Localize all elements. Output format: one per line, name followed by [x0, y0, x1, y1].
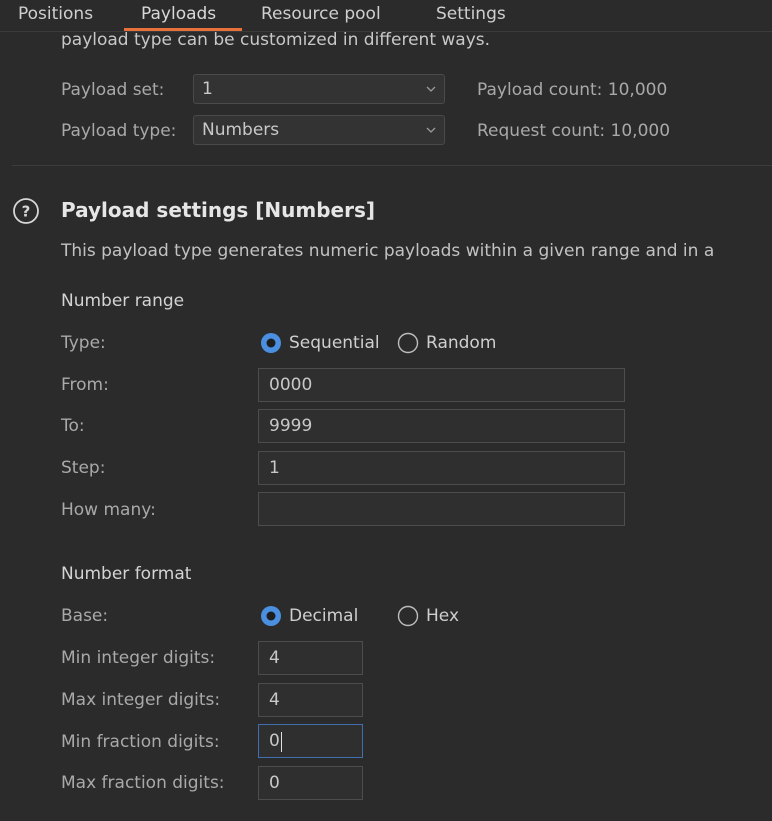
tab-bar — [0, 0, 772, 32]
how-many-input[interactable] — [258, 492, 625, 526]
step-label: Step: — [61, 458, 106, 478]
payload-settings-title: Payload settings [Numbers] — [61, 198, 376, 222]
to-label: To: — [61, 416, 85, 436]
number-format-heading: Number format — [61, 564, 192, 584]
payload-type-value: Numbers — [202, 120, 280, 140]
hex-radio[interactable] — [397, 605, 419, 627]
min-fraction-digits-input[interactable]: 0 — [258, 724, 363, 758]
max-fraction-digits-label: Max fraction digits: — [61, 773, 225, 793]
base-label: Base: — [61, 606, 109, 626]
how-many-label: How many: — [61, 500, 156, 520]
from-value: 0000 — [269, 375, 313, 395]
min-integer-digits-label: Min integer digits: — [61, 648, 216, 668]
step-value: 1 — [269, 458, 280, 478]
tab-settings[interactable]: Settings — [436, 4, 506, 24]
request-count: Request count: 10,000 — [477, 121, 671, 141]
sequential-radio-label[interactable]: Sequential — [289, 333, 380, 353]
section-divider — [12, 165, 772, 166]
payload-set-value: 1 — [202, 79, 213, 99]
payload-type-label: Payload type: — [61, 121, 177, 141]
text-caret — [281, 732, 282, 752]
max-fraction-digits-value: 0 — [269, 773, 280, 793]
chevron-down-icon — [426, 86, 436, 92]
min-integer-digits-input[interactable]: 4 — [258, 641, 363, 675]
step-input[interactable]: 1 — [258, 451, 625, 485]
help-icon[interactable]: ? — [12, 197, 40, 225]
max-integer-digits-label: Max integer digits: — [61, 690, 221, 710]
from-input[interactable]: 0000 — [258, 368, 625, 402]
payload-sets-intro-text: payload type can be customized in differ… — [61, 30, 491, 50]
random-radio[interactable] — [397, 332, 419, 354]
min-fraction-digits-label: Min fraction digits: — [61, 732, 220, 752]
range-type-label: Type: — [61, 333, 106, 353]
hex-radio-label[interactable]: Hex — [426, 606, 459, 626]
decimal-radio-label[interactable]: Decimal — [289, 606, 358, 626]
tab-resource-pool[interactable]: Resource pool — [261, 4, 381, 24]
decimal-radio[interactable] — [260, 605, 282, 627]
payload-set-dropdown[interactable]: 1 — [193, 74, 445, 104]
sequential-radio[interactable] — [260, 332, 282, 354]
svg-text:?: ? — [22, 203, 31, 221]
max-integer-digits-input[interactable]: 4 — [258, 683, 363, 717]
payload-settings-description: This payload type generates numeric payl… — [61, 241, 715, 261]
min-integer-digits-value: 4 — [269, 648, 280, 668]
chevron-down-icon — [426, 127, 436, 133]
max-fraction-digits-input[interactable]: 0 — [258, 766, 363, 800]
random-radio-label[interactable]: Random — [426, 333, 496, 353]
payload-type-dropdown[interactable]: Numbers — [193, 115, 445, 145]
tab-positions[interactable]: Positions — [18, 4, 93, 24]
payload-set-label: Payload set: — [61, 80, 165, 100]
max-integer-digits-value: 4 — [269, 690, 280, 710]
number-range-heading: Number range — [61, 291, 185, 311]
payload-count: Payload count: 10,000 — [477, 80, 668, 100]
tab-payloads[interactable]: Payloads — [141, 4, 216, 24]
to-input[interactable]: 9999 — [258, 409, 625, 443]
to-value: 9999 — [269, 416, 313, 436]
from-label: From: — [61, 375, 109, 395]
min-fraction-digits-value: 0 — [269, 731, 280, 751]
